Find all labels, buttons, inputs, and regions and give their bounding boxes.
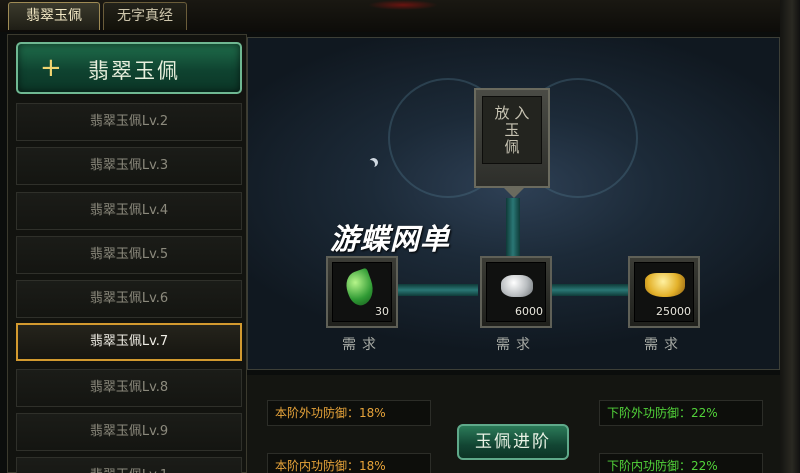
silver-ore-icon xyxy=(501,275,533,297)
next-inner-defense: 下阶内功防御：22% xyxy=(599,453,763,473)
requirement-slot-silver[interactable]: 6000 xyxy=(480,256,552,328)
connector-right xyxy=(550,284,634,296)
pendant-slot[interactable]: 放 入 玉 佩 xyxy=(474,88,550,188)
sidebar-item-lv8[interactable]: 翡翠玉佩Lv.8 xyxy=(16,369,242,407)
plus-icon: + xyxy=(40,53,62,83)
requirement-label: 需求 xyxy=(644,337,684,353)
current-outer-defense: 本阶外功防御：18% xyxy=(267,400,431,426)
requirement-label: 需求 xyxy=(496,337,536,353)
slot-pointer xyxy=(502,186,526,198)
requirement-slot-jade[interactable]: 30 xyxy=(326,256,398,328)
requirement-slot-jade-inner: 30 xyxy=(332,262,392,322)
sidebar-header-jade-pendant[interactable]: + 翡翠玉佩 xyxy=(16,42,242,94)
upgrade-panel: 放 入 玉 佩 游蝶网单 30 需求 6000 需求 25000 需求 xyxy=(247,37,780,370)
tab-bar: 翡翠玉佩 无字真经 xyxy=(0,0,800,32)
sidebar-header-label: 翡翠玉佩 xyxy=(88,59,180,83)
sidebar-item-lv10[interactable]: 翡翠玉佩Lv.1 xyxy=(16,457,242,473)
gold-ingot-icon xyxy=(645,273,685,297)
requirement-slot-gold[interactable]: 25000 xyxy=(628,256,700,328)
sidebar-item-lv2[interactable]: 翡翠玉佩Lv.2 xyxy=(16,103,242,141)
watermark-text: 游蝶网单 xyxy=(330,222,451,256)
current-inner-defense: 本阶内功防御：18% xyxy=(267,453,431,473)
slot-line-1: 放 入 xyxy=(494,104,530,122)
tab-wordless-scripture[interactable]: 无字真经 xyxy=(103,2,187,30)
sidebar-item-lv4[interactable]: 翡翠玉佩Lv.4 xyxy=(16,192,242,230)
jade-leaf-icon xyxy=(341,267,379,309)
connector-vertical xyxy=(506,198,520,258)
moon-icon xyxy=(366,160,375,169)
advance-button[interactable]: 玉佩进阶 xyxy=(457,424,569,460)
tab-jade-pendant[interactable]: 翡翠玉佩 xyxy=(8,2,100,30)
requirement-slot-gold-inner: 25000 xyxy=(634,262,694,322)
sidebar: + 翡翠玉佩 翡翠玉佩Lv.2 翡翠玉佩Lv.3 翡翠玉佩Lv.4 翡翠玉佩Lv… xyxy=(7,34,247,473)
pendant-slot-inner: 放 入 玉 佩 xyxy=(482,96,542,164)
sidebar-item-lv5[interactable]: 翡翠玉佩Lv.5 xyxy=(16,236,242,274)
slot-line-2: 玉 xyxy=(504,121,520,139)
connector-left xyxy=(394,284,478,296)
slot-line-3: 佩 xyxy=(504,138,520,156)
dragon-ornament xyxy=(368,0,438,10)
requirement-value: 30 xyxy=(375,305,389,318)
stats-panel: 本阶外功防御：18% 本阶内功防御：18% 下阶外功防御：22% 下阶内功防御：… xyxy=(247,375,780,473)
sidebar-item-lv7[interactable]: 翡翠玉佩Lv.7 xyxy=(16,323,242,361)
sidebar-item-lv9[interactable]: 翡翠玉佩Lv.9 xyxy=(16,413,242,451)
requirement-value: 6000 xyxy=(515,305,543,318)
next-outer-defense: 下阶外功防御：22% xyxy=(599,400,763,426)
requirement-value: 25000 xyxy=(656,305,691,318)
window-frame-right xyxy=(780,0,800,473)
sidebar-item-lv3[interactable]: 翡翠玉佩Lv.3 xyxy=(16,147,242,185)
sidebar-item-lv6[interactable]: 翡翠玉佩Lv.6 xyxy=(16,280,242,318)
requirement-slot-silver-inner: 6000 xyxy=(486,262,546,322)
pendant-slot-label: 放 入 玉 佩 xyxy=(483,105,541,156)
requirement-label: 需求 xyxy=(342,337,382,353)
